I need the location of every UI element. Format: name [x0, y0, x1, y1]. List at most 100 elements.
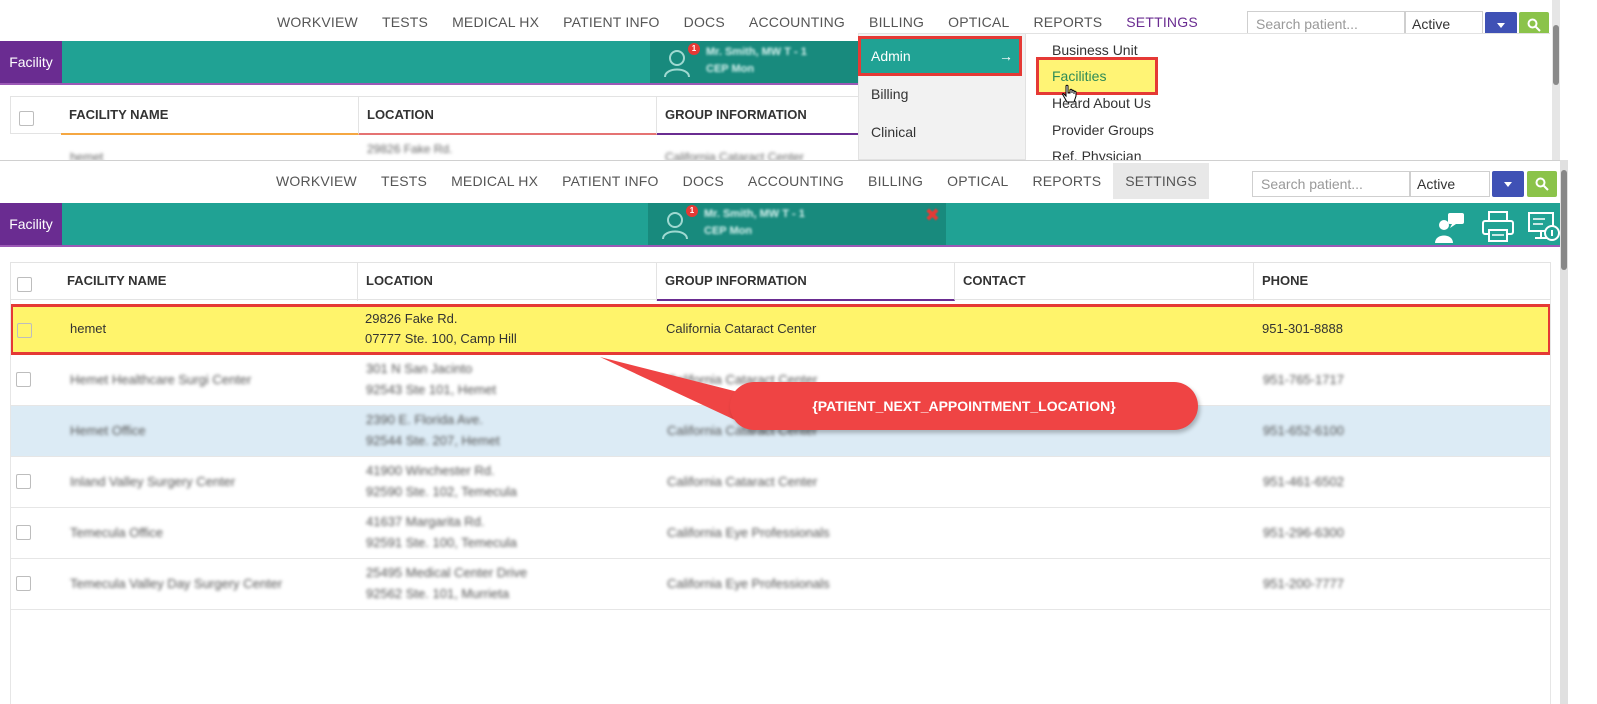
scrollbar-thumb[interactable] — [1561, 170, 1567, 270]
cell-group: California Cataract Center — [667, 474, 818, 489]
patient-id: CEP Mon — [704, 225, 753, 237]
patient-card[interactable]: 1 Mr. Smith, MW T - 1 CEP Mon — [650, 41, 858, 83]
search-button[interactable] — [1527, 171, 1557, 197]
col-facility-name[interactable]: FACILITY NAME — [59, 263, 358, 301]
cell-facility-name: hemet — [70, 321, 107, 336]
cell-phone: 951-200-7777 — [1263, 576, 1344, 591]
nav-settings[interactable]: SETTINGS — [1113, 163, 1209, 199]
cell-phone: 951-461-6502 — [1263, 474, 1344, 489]
nav-medical-hx[interactable]: MEDICAL HX — [440, 4, 551, 40]
cell-location-line2: 92562 Ste. 101, Murrieta — [366, 586, 510, 601]
table-row[interactable]: Temecula Valley Day Surgery Center 25495… — [10, 559, 1551, 610]
table-row-highlighted[interactable]: hemet 29826 Fake Rd. 07777 Ste. 100, Cam… — [10, 304, 1551, 355]
top-scrollbar-thumb[interactable] — [1553, 25, 1559, 85]
col-group-information[interactable]: GROUP INFORMATION — [657, 263, 955, 301]
row-checkbox[interactable] — [16, 474, 31, 489]
col-location[interactable]: LOCATION — [359, 97, 657, 135]
cell-facility-name: Hemet Office — [70, 423, 146, 438]
cell-location-line1: 301 N San Jacinto — [366, 361, 473, 376]
search-input[interactable]: Search patient... — [1252, 171, 1410, 197]
nav-workview[interactable]: WORKVIEW — [265, 4, 370, 40]
row-checkbox[interactable] — [16, 525, 31, 540]
cell-location-line2: 92591 Ste. 100, Temecula — [366, 535, 517, 550]
bottom-nav-menu: WORKVIEW TESTS MEDICAL HX PATIENT INFO D… — [264, 161, 1209, 201]
cell-location-line1: 41637 Margarita Rd. — [366, 514, 485, 529]
monitor-info-icon[interactable] — [1525, 209, 1561, 245]
table-left-border — [10, 300, 11, 704]
patient-card[interactable]: 1 Mr. Smith, MW T - 1 CEP Mon ✖ — [648, 203, 946, 245]
nav-patient-info[interactable]: PATIENT INFO — [551, 4, 672, 40]
status-dropdown-button[interactable] — [1492, 171, 1524, 197]
submenu-facilities[interactable]: Facilities — [1036, 57, 1158, 95]
row-checkbox[interactable] — [16, 372, 31, 387]
nav-medical-hx[interactable]: MEDICAL HX — [439, 163, 550, 199]
col-contact[interactable]: CONTACT — [955, 263, 1254, 301]
status-select[interactable]: Active — [1410, 171, 1490, 197]
cell-group: California Eye Professionals — [667, 576, 830, 591]
nav-docs[interactable]: DOCS — [672, 4, 737, 40]
cell-location-line2: 92590 Ste. 102, Temecula — [366, 484, 517, 499]
cell-location-line1: 41900 Winchester Rd. — [366, 463, 495, 478]
submenu-ref-physician[interactable]: Ref. Physician — [1052, 148, 1141, 160]
partial-row-location: 29826 Fake Rd. — [367, 142, 453, 156]
table-row[interactable]: Temecula Office 41637 Margarita Rd. 9259… — [10, 508, 1551, 559]
select-all-checkbox[interactable] — [19, 111, 34, 126]
cell-location-line2: 92543 Ste 101, Hemet — [366, 382, 497, 397]
menu-admin[interactable]: Admin → — [858, 36, 1022, 76]
nav-reports[interactable]: REPORTS — [1020, 163, 1113, 199]
nav-accounting[interactable]: ACCOUNTING — [736, 163, 856, 199]
nav-patient-info[interactable]: PATIENT INFO — [550, 163, 671, 199]
cell-location-line1: 29826 Fake Rd. — [365, 311, 458, 326]
user-chat-icon[interactable] — [1432, 209, 1468, 245]
cell-phone: 951-652-6100 — [1263, 423, 1344, 438]
col-facility-name[interactable]: FACILITY NAME — [61, 97, 359, 135]
submenu-business-unit[interactable]: Business Unit — [1052, 42, 1138, 58]
submenu-provider-groups[interactable]: Provider Groups — [1052, 122, 1154, 138]
patient-alert-badge: 1 — [688, 43, 700, 55]
table-right-border — [1550, 300, 1551, 704]
nav-tests[interactable]: TESTS — [370, 4, 440, 40]
facility-header-bar: Facility 1 Mr. Smith, MW T - 1 CEP Mon — [0, 41, 860, 85]
top-screenshot: WORKVIEW TESTS MEDICAL HX PATIENT INFO D… — [0, 0, 1560, 160]
nav-optical[interactable]: OPTICAL — [935, 163, 1020, 199]
close-patient-icon[interactable]: ✖ — [925, 205, 940, 226]
nav-docs[interactable]: DOCS — [671, 163, 736, 199]
facility-tab[interactable]: Facility — [0, 41, 62, 83]
patient-name: Mr. Smith, MW T - 1 — [706, 46, 807, 58]
bottom-nav-bar: WORKVIEW TESTS MEDICAL HX PATIENT INFO D… — [0, 161, 1560, 201]
patient-name: Mr. Smith, MW T - 1 — [704, 208, 805, 220]
page-scrollbar[interactable] — [1560, 160, 1597, 704]
facility-table-header: FACILITY NAME LOCATION GROUP INFORMATION — [10, 96, 861, 135]
menu-clinical[interactable]: Clinical — [871, 124, 916, 140]
cell-group: California Cataract Center — [666, 321, 817, 336]
search-icon — [1535, 177, 1549, 191]
patient-id: CEP Mon — [706, 63, 755, 75]
nav-workview[interactable]: WORKVIEW — [264, 163, 369, 199]
facility-header-bar: Facility 1 Mr. Smith, MW T - 1 CEP Mon ✖ — [0, 203, 1560, 247]
facility-table-header: FACILITY NAME LOCATION GROUP INFORMATION… — [10, 262, 1551, 301]
row-checkbox[interactable] — [17, 323, 32, 338]
cell-phone: 951-765-1717 — [1263, 372, 1344, 387]
search-icon — [1527, 18, 1541, 32]
nav-billing[interactable]: BILLING — [856, 163, 935, 199]
cell-phone: 951-301-8888 — [1262, 321, 1343, 336]
user-avatar-icon — [664, 50, 690, 78]
col-location[interactable]: LOCATION — [358, 263, 657, 301]
row-checkbox[interactable] — [16, 576, 31, 591]
col-phone[interactable]: PHONE — [1254, 263, 1550, 301]
submenu-facilities-label: Facilities — [1052, 68, 1107, 84]
cell-group: California Eye Professionals — [667, 525, 830, 540]
facility-tab[interactable]: Facility — [0, 203, 62, 245]
nav-accounting[interactable]: ACCOUNTING — [737, 4, 857, 40]
cell-facility-name: Hemet Healthcare Surgi Center — [70, 372, 252, 387]
col-group-information[interactable]: GROUP INFORMATION — [657, 97, 861, 135]
arrow-right-icon: → — [999, 48, 1013, 64]
printer-icon[interactable] — [1480, 209, 1516, 245]
partial-row-group: California Cataract Center — [665, 150, 804, 160]
table-row[interactable]: Inland Valley Surgery Center 41900 Winch… — [10, 457, 1551, 508]
menu-billing[interactable]: Billing — [871, 86, 908, 102]
select-all-checkbox[interactable] — [17, 277, 32, 292]
cell-location-line2: 92544 Ste. 207, Hemet — [366, 433, 500, 448]
nav-tests[interactable]: TESTS — [369, 163, 439, 199]
top-scrollbar[interactable] — [1552, 0, 1560, 160]
